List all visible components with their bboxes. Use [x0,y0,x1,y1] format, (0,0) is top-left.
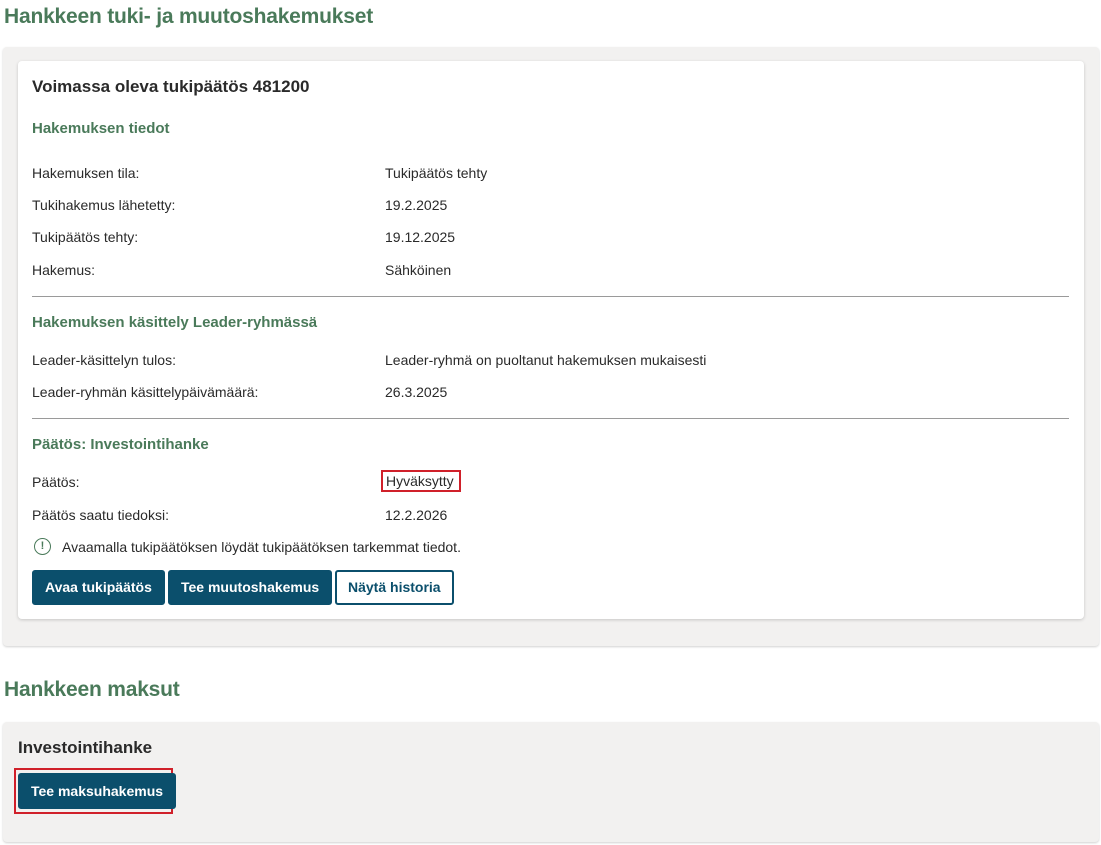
row-value: 19.12.2025 [385,229,456,245]
application-status-row: Hakemuksen tila: Tukipäätös tehty [32,163,1068,183]
decision-notified-row: Päätös saatu tiedoksi: 12.2.2026 [32,505,1068,525]
row-label: Päätös: [32,474,80,490]
application-info-heading: Hakemuksen tiedot [32,120,170,137]
row-label: Tukipäätös tehty: [32,229,139,245]
support-panel: Voimassa oleva tukipäätös 481200 Hakemuk… [3,47,1099,646]
decision-made-row: Tukipäätös tehty: 19.12.2025 [32,227,1068,247]
leader-processing-heading: Hakemuksen käsittely Leader-ryhmässä [32,314,318,331]
page: Hankkeen tuki- ja muutoshakemukset Voima… [0,0,1101,845]
row-label: Hakemuksen tila: [32,165,140,181]
row-value: Leader-ryhmä on puoltanut hakemuksen muk… [385,352,707,368]
decision-card: Voimassa oleva tukipäätös 481200 Hakemuk… [18,61,1084,619]
decision-heading: Päätös: Investointihanke [32,436,209,453]
row-value: 26.3.2025 [385,384,448,400]
row-value: Tukipäätös tehty [385,165,488,181]
payment-panel-title: Investointihanke [18,738,153,757]
open-decision-button[interactable]: Avaa tukipäätös [32,570,165,605]
row-label: Leader-ryhmän käsittelypäivämäärä: [32,384,259,400]
application-sent-row: Tukihakemus lähetetty: 19.2.2025 [32,195,1068,215]
payments-section-title: Hankkeen maksut [4,678,180,701]
exclamation-circle-icon: ! [34,538,51,555]
support-section-title: Hankkeen tuki- ja muutoshakemukset [4,5,373,28]
payments-panel: Investointihanke Tee maksuhakemus [3,722,1099,842]
divider [32,418,1069,419]
show-history-button[interactable]: Näytä historia [335,570,454,605]
row-value: Sähköinen [385,262,452,278]
leader-result-row: Leader-käsittelyn tulos: Leader-ryhmä on… [32,350,1068,370]
payment-application-button[interactable]: Tee maksuhakemus [18,773,177,809]
change-application-button[interactable]: Tee muutoshakemus [168,570,333,605]
row-label: Tukihakemus lähetetty: [32,197,176,213]
decision-row: Päätös: Hyväksytty [32,470,1068,492]
card-title: Voimassa oleva tukipäätös 481200 [32,77,310,96]
info-text: Avaamalla tukipäätöksen löydät tukipäätö… [62,539,461,555]
divider [32,296,1069,297]
row-value: 19.2.2025 [385,197,448,213]
row-label: Hakemus: [32,262,96,278]
decision-value-highlighted: Hyväksytty [381,470,461,492]
application-type-row: Hakemus: Sähköinen [32,260,1068,280]
leader-date-row: Leader-ryhmän käsittelypäivämäärä: 26.3.… [32,382,1068,402]
row-value: 12.2.2026 [385,507,448,523]
row-label: Leader-käsittelyn tulos: [32,352,176,368]
row-label: Päätös saatu tiedoksi: [32,507,169,523]
